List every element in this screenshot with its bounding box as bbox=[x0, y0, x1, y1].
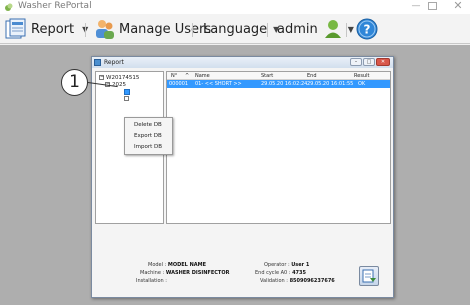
column-header-number[interactable]: N° bbox=[171, 72, 177, 80]
user-label: admin bbox=[277, 21, 318, 37]
report-menu[interactable]: Report ▼ bbox=[5, 14, 88, 44]
collapse-icon[interactable] bbox=[124, 96, 129, 101]
user-icon bbox=[324, 20, 341, 38]
end-cycle-info: End cycle A0 : 4735 bbox=[255, 270, 306, 276]
maximize-button[interactable] bbox=[428, 2, 437, 10]
results-table: N° ^ Name Start End Result 000001 01- <<… bbox=[166, 71, 391, 224]
validation-value: 8509096237676 bbox=[289, 278, 335, 284]
context-menu: Delete DB Export DB Import DB bbox=[124, 117, 173, 155]
chevron-down-icon: ▼ bbox=[347, 24, 354, 34]
dialog-title: Report bbox=[104, 59, 124, 66]
window-title: Washer RePortal bbox=[18, 1, 92, 11]
folder-icon bbox=[124, 89, 130, 95]
column-header-result[interactable]: Result bbox=[354, 72, 369, 80]
dialog-close-button[interactable]: ✕ bbox=[376, 58, 390, 66]
operator-info: Operator : User 1 bbox=[264, 262, 310, 268]
menu-item-delete-db[interactable]: Delete DB bbox=[134, 121, 162, 129]
divider bbox=[85, 23, 86, 37]
user-menu[interactable]: admin ▼ bbox=[277, 14, 354, 44]
cell-result: OK bbox=[358, 81, 366, 87]
column-header-name[interactable]: Name bbox=[195, 72, 210, 80]
report-icon bbox=[5, 18, 26, 39]
help-icon: ? bbox=[356, 18, 378, 40]
validation-info: Validation : 8509096237676 bbox=[260, 278, 335, 284]
cell-name: 01- << SHORT >> bbox=[195, 81, 242, 87]
report-dialog: Report – □ ✕ −W20174515 −2025 N° ^ Name … bbox=[91, 56, 394, 298]
divider bbox=[267, 23, 268, 37]
toolbar: Report ▼ Manage Users Language ▼ admin ▼… bbox=[0, 14, 470, 44]
users-icon bbox=[96, 20, 114, 39]
dialog-title-bar: Report – □ ✕ bbox=[92, 57, 393, 68]
model-info: Model : MODEL NAME bbox=[148, 262, 207, 268]
export-database-button[interactable] bbox=[359, 266, 379, 286]
callout-number: 1 bbox=[61, 69, 88, 96]
menu-item-import-db[interactable]: Import DB bbox=[134, 143, 162, 151]
machine-info: Machine : WASHER DISINFECTOR bbox=[140, 270, 230, 276]
divider bbox=[192, 23, 193, 37]
end-cycle-value: 4735 bbox=[292, 270, 306, 276]
manage-users-label: Manage Users bbox=[119, 21, 212, 37]
report-icon bbox=[94, 59, 101, 66]
language-label: Language bbox=[203, 21, 268, 37]
close-button[interactable]: ✕ bbox=[452, 0, 464, 12]
operator-value: User 1 bbox=[291, 262, 310, 268]
title-bar: Washer RePortal — ✕ bbox=[0, 0, 470, 14]
cell-number: 000001 bbox=[169, 81, 189, 87]
cell-start: 29.05.20 16:02:24 bbox=[261, 81, 308, 87]
svg-text:?: ? bbox=[364, 23, 371, 37]
database-icon bbox=[362, 269, 376, 283]
divider bbox=[346, 23, 347, 37]
model-value: MODEL NAME bbox=[167, 262, 207, 268]
table-header: N° ^ Name Start End Result bbox=[167, 72, 390, 80]
collapse-icon[interactable]: − bbox=[99, 75, 104, 80]
report-label: Report bbox=[31, 21, 75, 37]
machine-value: WASHER DISINFECTOR bbox=[165, 270, 230, 276]
sort-arrow-icon: ^ bbox=[185, 73, 190, 79]
menu-item-export-db[interactable]: Export DB bbox=[134, 132, 162, 140]
column-header-start[interactable]: Start bbox=[261, 72, 273, 80]
help-button[interactable]: ? bbox=[356, 14, 378, 44]
dialog-minimize-button[interactable]: – bbox=[350, 58, 362, 66]
manage-users-button[interactable]: Manage Users bbox=[94, 14, 211, 44]
column-header-end[interactable]: End bbox=[307, 72, 317, 80]
tree-node-sub[interactable] bbox=[124, 96, 131, 103]
cell-end: 29.05.20 16:01:55 bbox=[307, 81, 354, 87]
installation-info: Installation : bbox=[136, 278, 167, 284]
dialog-maximize-button[interactable]: □ bbox=[363, 58, 375, 66]
minimize-button[interactable]: — bbox=[411, 0, 421, 12]
table-row[interactable]: 000001 01- << SHORT >> 29.05.20 16:02:24… bbox=[167, 80, 390, 88]
app-icon bbox=[5, 3, 13, 11]
